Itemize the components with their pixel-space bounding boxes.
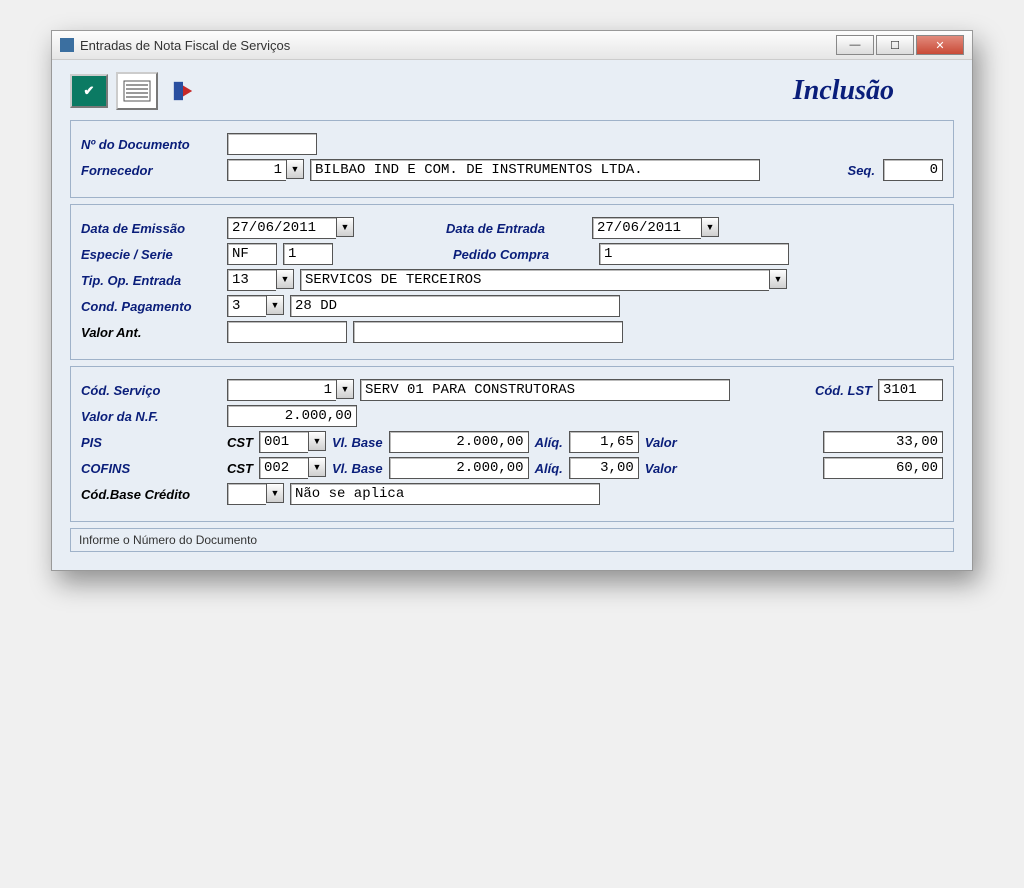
section-document: Nº do Documento Fornecedor ▼ Seq.: [70, 120, 954, 198]
cod-servico-desc-input[interactable]: [360, 379, 730, 401]
label-seq: Seq.: [848, 163, 875, 178]
window: Entradas de Nota Fiscal de Serviços — ☐ …: [51, 30, 973, 571]
fornecedor-cod-input[interactable]: [227, 159, 286, 181]
mode-title: Inclusão: [793, 75, 894, 107]
close-button[interactable]: ✕: [916, 35, 964, 55]
fornecedor-dropdown[interactable]: ▼: [286, 159, 304, 179]
data-emissao-input[interactable]: [227, 217, 336, 239]
cod-base-credito-input[interactable]: [227, 483, 266, 505]
valor-ant-input[interactable]: [227, 321, 347, 343]
toolbar: ✔ Inclusão: [70, 72, 954, 110]
cofins-aliq-input[interactable]: [569, 457, 639, 479]
cond-pag-desc-input[interactable]: [290, 295, 620, 317]
label-pedido-compra: Pedido Compra: [453, 247, 593, 262]
section-dates: Data de Emissão ▼ Data de Entrada ▼ Espe…: [70, 204, 954, 360]
label-pis-aliq: Alíq.: [535, 435, 563, 450]
valor-ant-desc-input[interactable]: [353, 321, 623, 343]
serie-input[interactable]: [283, 243, 333, 265]
especie-input[interactable]: [227, 243, 277, 265]
label-cofins: COFINS: [81, 461, 221, 476]
pis-base-input[interactable]: [389, 431, 529, 453]
cod-base-credito-dropdown[interactable]: ▼: [266, 483, 284, 503]
list-icon: [123, 80, 151, 102]
label-cofins-aliq: Alíq.: [535, 461, 563, 476]
label-data-emissao: Data de Emissão: [81, 221, 221, 236]
valor-nf-input[interactable]: [227, 405, 357, 427]
app-icon: [60, 38, 74, 52]
cofins-cst-dropdown[interactable]: ▼: [308, 457, 326, 477]
cod-servico-dropdown[interactable]: ▼: [336, 379, 354, 399]
cofins-valor-input[interactable]: [823, 457, 943, 479]
cond-pag-dropdown[interactable]: ▼: [266, 295, 284, 315]
cod-base-credito-desc-input[interactable]: [290, 483, 600, 505]
label-pis-cst: CST: [227, 435, 253, 450]
tip-op-desc-input[interactable]: [300, 269, 769, 291]
label-pis-valor: Valor: [645, 435, 677, 450]
seq-input[interactable]: [883, 159, 943, 181]
exit-button[interactable]: [166, 76, 200, 106]
cod-lst-input[interactable]: [878, 379, 943, 401]
titlebar: Entradas de Nota Fiscal de Serviços — ☐ …: [52, 31, 972, 60]
pis-cst-dropdown[interactable]: ▼: [308, 431, 326, 451]
cod-servico-input[interactable]: [227, 379, 336, 401]
cofins-cst-input[interactable]: [259, 457, 308, 479]
label-cond-pag: Cond. Pagamento: [81, 299, 221, 314]
label-valor-nf: Valor da N.F.: [81, 409, 221, 424]
minimize-button[interactable]: —: [836, 35, 874, 55]
data-entrada-dropdown[interactable]: ▼: [701, 217, 719, 237]
label-especie-serie: Especie / Serie: [81, 247, 221, 262]
label-tip-op: Tip. Op. Entrada: [81, 273, 221, 288]
exit-icon: [172, 79, 194, 103]
fornecedor-nome-input[interactable]: [310, 159, 760, 181]
pis-cst-input[interactable]: [259, 431, 308, 453]
label-valor-ant: Valor Ant.: [81, 325, 221, 340]
cond-pag-cod-input[interactable]: [227, 295, 266, 317]
maximize-button[interactable]: ☐: [876, 35, 914, 55]
label-cod-lst: Cód. LST: [815, 383, 872, 398]
window-title: Entradas de Nota Fiscal de Serviços: [80, 38, 290, 53]
tip-op-desc-dropdown[interactable]: ▼: [769, 269, 787, 289]
label-fornecedor: Fornecedor: [81, 163, 221, 178]
data-entrada-input[interactable]: [592, 217, 701, 239]
pis-aliq-input[interactable]: [569, 431, 639, 453]
confirm-button[interactable]: ✔: [70, 74, 108, 108]
label-cofins-cst: CST: [227, 461, 253, 476]
tip-op-dropdown[interactable]: ▼: [276, 269, 294, 289]
list-button[interactable]: [116, 72, 158, 110]
status-bar: Informe o Número do Documento: [70, 528, 954, 552]
label-pis-vlbase: Vl. Base: [332, 435, 383, 450]
label-doc-num: Nº do Documento: [81, 137, 221, 152]
section-service: Cód. Serviço ▼ Cód. LST Valor da N.F. PI…: [70, 366, 954, 522]
label-data-entrada: Data de Entrada: [446, 221, 586, 236]
pedido-compra-input[interactable]: [599, 243, 789, 265]
doc-num-input[interactable]: [227, 133, 317, 155]
label-cofins-vlbase: Vl. Base: [332, 461, 383, 476]
pis-valor-input[interactable]: [823, 431, 943, 453]
cofins-base-input[interactable]: [389, 457, 529, 479]
label-cofins-valor: Valor: [645, 461, 677, 476]
label-pis: PIS: [81, 435, 221, 450]
label-cod-base-credito: Cód.Base Crédito: [81, 487, 221, 502]
tip-op-cod-input[interactable]: [227, 269, 276, 291]
data-emissao-dropdown[interactable]: ▼: [336, 217, 354, 237]
label-cod-servico: Cód. Serviço: [81, 383, 221, 398]
